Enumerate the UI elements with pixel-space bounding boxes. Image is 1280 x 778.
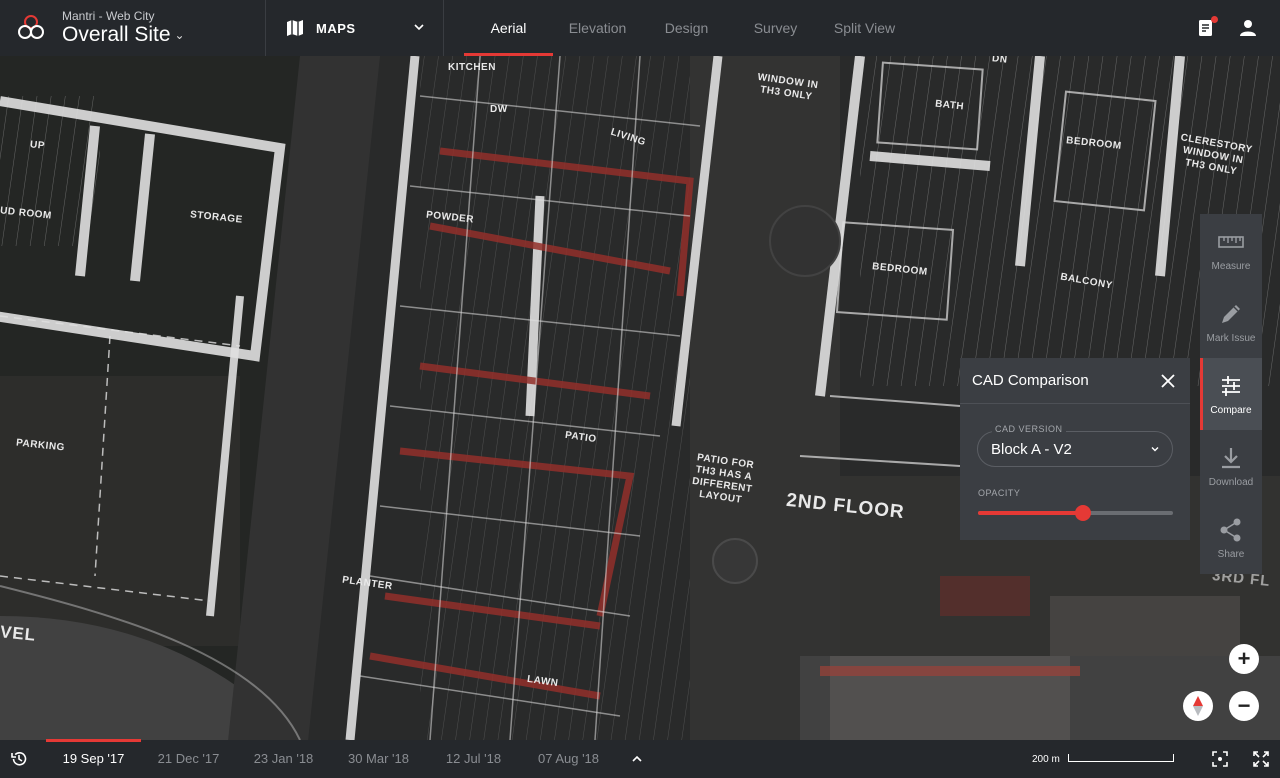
zoom-out-button[interactable]: − (1229, 691, 1259, 721)
maps-dropdown[interactable]: MAPS (266, 0, 444, 56)
timeline-date[interactable]: 23 Jan '18 (236, 740, 331, 778)
chevron-down-icon (414, 24, 424, 31)
download-icon (1222, 447, 1240, 468)
map-label-dw: DW (490, 104, 508, 115)
opacity-slider[interactable] (978, 505, 1173, 521)
measure-tool[interactable]: Measure (1200, 214, 1262, 286)
cad-version-value: Block A - V2 (991, 441, 1072, 458)
chevron-down-icon (1151, 447, 1159, 452)
cad-comparison-panel: CAD Comparison CAD VERSION Block A - V2 … (960, 358, 1190, 540)
map-label-patio-note: PATIO FOR TH3 HAS A DIFFERENT LAYOUT (691, 452, 755, 506)
map-label-up: UP (29, 139, 46, 152)
cad-version-label: CAD VERSION (992, 424, 1066, 434)
timeline-date[interactable]: 19 Sep '17 (46, 739, 141, 778)
measure-label: Measure (1211, 260, 1251, 272)
chevron-up-icon[interactable] (630, 752, 644, 766)
history-icon[interactable] (10, 750, 28, 768)
share-tool[interactable]: Share (1200, 502, 1262, 574)
top-bar: Mantri - Web City Overall Site ⌄ MAPS Aer… (0, 0, 1280, 56)
compass-icon (1193, 696, 1203, 716)
share-icon (1220, 518, 1241, 541)
cad-version-select[interactable]: CAD VERSION Block A - V2 (977, 424, 1173, 467)
map-icon (287, 20, 303, 36)
project-subtitle: Mantri - Web City (62, 9, 155, 23)
ruler-icon (1218, 235, 1244, 248)
notes-icon[interactable] (1196, 16, 1218, 38)
map-label-level: VEL (0, 622, 38, 645)
focus-icon[interactable] (1212, 751, 1228, 767)
share-label: Share (1217, 548, 1245, 560)
timeline-date[interactable]: 12 Jul '18 (426, 740, 521, 778)
compare-tool[interactable]: Compare (1200, 358, 1262, 430)
tab-elevation[interactable]: Elevation (553, 0, 642, 56)
chevron-down-icon: ⌄ (174, 28, 185, 42)
timeline-date[interactable]: 30 Mar '18 (331, 740, 426, 778)
compare-icon (1222, 375, 1240, 396)
cad-panel-title: CAD Comparison (972, 372, 1089, 389)
user-icon[interactable] (1238, 18, 1258, 38)
tab-aerial[interactable]: Aerial (464, 0, 553, 56)
tab-split-view[interactable]: Split View (820, 0, 909, 56)
project-title[interactable]: Overall Site ⌄ (62, 23, 185, 47)
mark-issue-tool[interactable]: Mark Issue (1200, 286, 1262, 358)
compass-button[interactable] (1183, 691, 1213, 721)
cad-panel-header: CAD Comparison (960, 358, 1190, 404)
maps-label: MAPS (316, 20, 356, 36)
tab-survey[interactable]: Survey (731, 0, 820, 56)
opacity-slider-fill (978, 511, 1084, 515)
timeline-date[interactable]: 07 Aug '18 (521, 740, 616, 778)
project-title-text: Overall Site (62, 23, 171, 46)
download-label: Download (1208, 476, 1254, 488)
timeline-date[interactable]: 21 Dec '17 (141, 740, 236, 778)
scale-bar (1067, 754, 1174, 762)
project-switcher[interactable]: Mantri - Web City Overall Site ⌄ (0, 0, 266, 56)
map-scale: 200 m (1032, 740, 1174, 778)
opacity-slider-thumb[interactable] (1075, 505, 1092, 521)
timeline-bar: 19 Sep '17 21 Dec '17 23 Jan '18 30 Mar … (0, 739, 1280, 778)
tab-design[interactable]: Design (642, 0, 731, 56)
map-label-kitchen: KITCHEN (448, 62, 496, 73)
opacity-label: OPACITY (978, 488, 1021, 498)
mark-issue-label: Mark Issue (1206, 332, 1256, 344)
zoom-in-button[interactable]: + (1229, 644, 1259, 674)
mantri-logo-icon (18, 15, 44, 39)
pencil-icon (1222, 304, 1240, 323)
fullscreen-icon[interactable] (1253, 751, 1269, 767)
notification-dot (1211, 16, 1218, 23)
compare-label: Compare (1210, 404, 1252, 416)
view-tabs: Aerial Elevation Design Survey Split Vie… (464, 0, 909, 56)
map-label-dn: DN (991, 56, 1008, 66)
close-icon[interactable] (1160, 373, 1176, 389)
download-tool[interactable]: Download (1200, 430, 1262, 502)
tool-rail: Measure Mark Issue Compare Download Shar… (1200, 214, 1262, 574)
scale-label: 200 m (1032, 753, 1060, 765)
